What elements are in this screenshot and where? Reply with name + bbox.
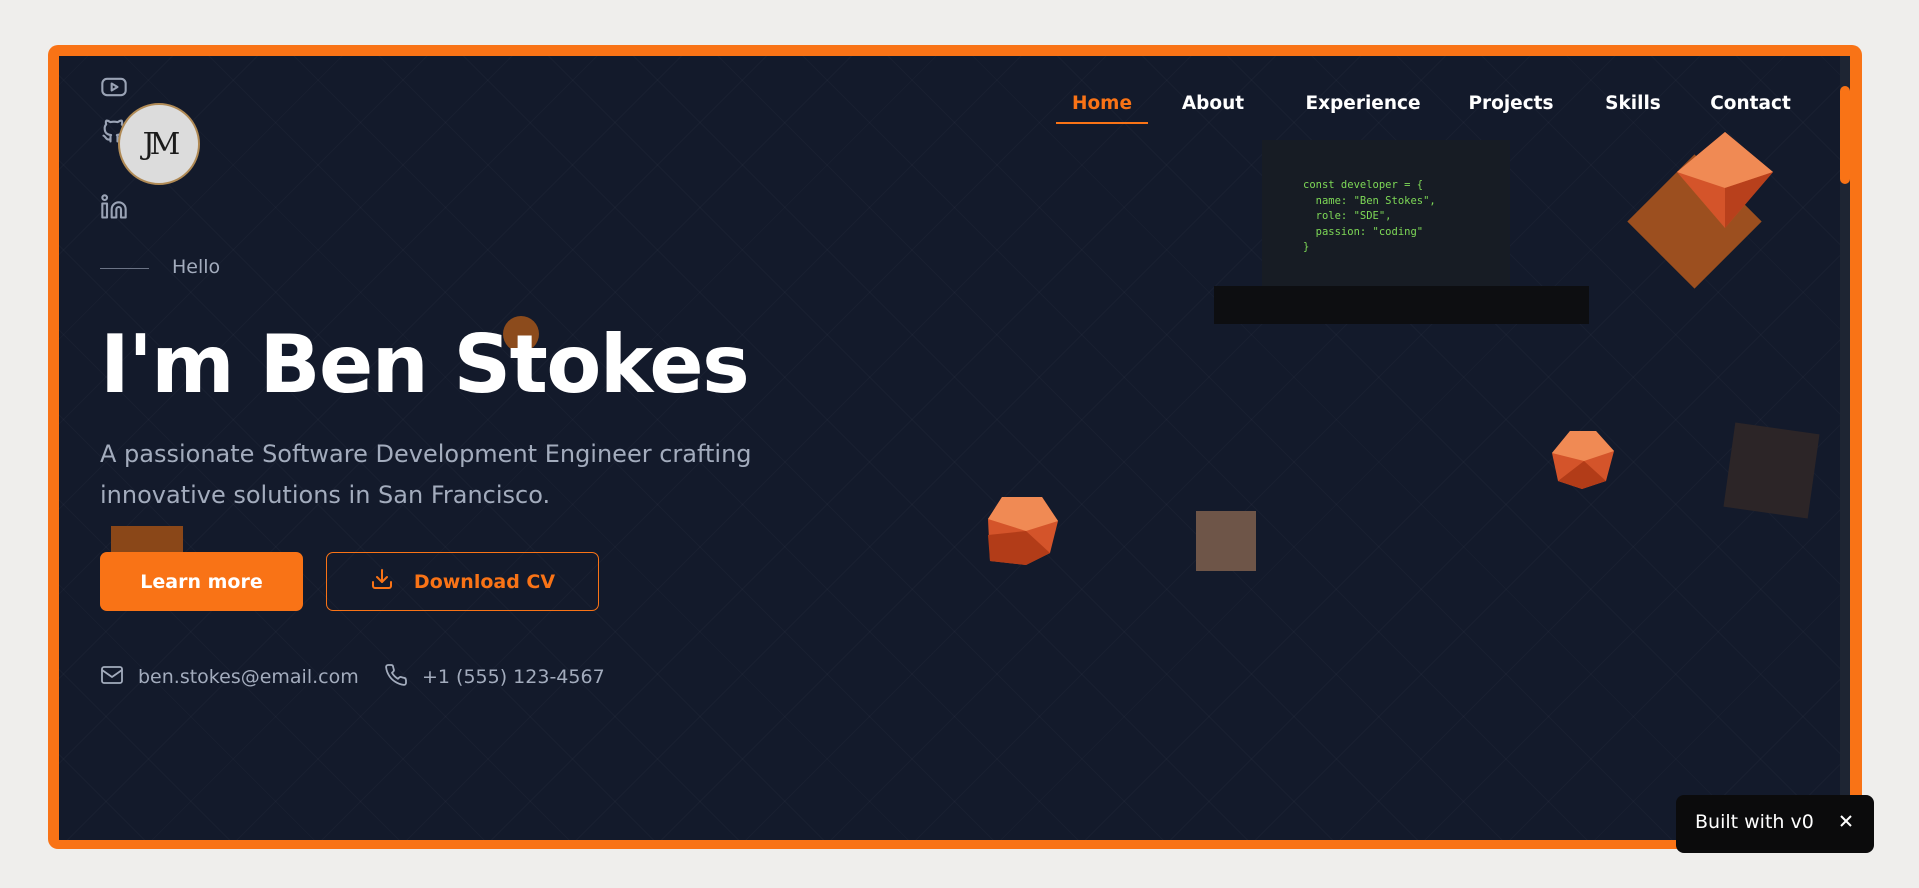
- nav-item-skills[interactable]: Skills: [1598, 84, 1668, 124]
- orange-octahedron: [1677, 132, 1773, 228]
- close-icon[interactable]: [1838, 812, 1858, 832]
- nav-item-home[interactable]: Home: [1056, 84, 1148, 124]
- youtube-icon[interactable]: [100, 73, 130, 103]
- contact-email[interactable]: ben.stokes@email.com: [100, 663, 359, 691]
- contact-phone[interactable]: +1 (555) 123-4567: [384, 663, 605, 691]
- logo-monogram: JM: [142, 126, 181, 162]
- nav-item-experience[interactable]: Experience: [1303, 84, 1423, 124]
- built-with-badge[interactable]: Built with v0: [1676, 795, 1874, 853]
- linkedin-icon[interactable]: [100, 193, 130, 223]
- greeting-line: [100, 268, 149, 269]
- greeting-text: Hello: [172, 256, 221, 278]
- laptop-screen: const developer = { name: "Ben Stokes", …: [1262, 140, 1510, 288]
- active-nav-indicator: [1056, 122, 1148, 124]
- dark-cube-shape: [1723, 422, 1820, 519]
- email-text: ben.stokes@email.com: [138, 666, 359, 688]
- nav-item-about[interactable]: About: [1173, 84, 1253, 124]
- nav-item-projects[interactable]: Projects: [1461, 84, 1561, 124]
- scrollbar-thumb[interactable]: [1840, 86, 1850, 184]
- nav-item-contact[interactable]: Contact: [1703, 84, 1798, 124]
- hero-title: I'm Ben Stokes: [100, 318, 750, 411]
- laptop-base: [1214, 286, 1589, 324]
- download-cv-button[interactable]: Download CV: [326, 552, 599, 611]
- hero-subtitle: A passionate Software Development Engine…: [100, 440, 752, 509]
- tan-square-shape: [1196, 511, 1256, 571]
- orange-polyhedron-large: [988, 497, 1058, 565]
- orange-polyhedron-small: [1552, 431, 1614, 489]
- code-snippet: const developer = { name: "Ben Stokes", …: [1303, 179, 1436, 253]
- phone-text: +1 (555) 123-4567: [422, 666, 605, 688]
- download-icon: [370, 567, 394, 596]
- badge-label: Built with v0: [1695, 811, 1814, 833]
- phone-icon: [384, 663, 408, 692]
- mail-icon: [100, 663, 124, 692]
- download-cv-label: Download CV: [413, 570, 556, 593]
- hero-section: JM Home About Experience Projects Skills…: [59, 56, 1850, 840]
- learn-more-button[interactable]: Learn more: [100, 552, 303, 611]
- brand-logo[interactable]: JM: [118, 103, 200, 185]
